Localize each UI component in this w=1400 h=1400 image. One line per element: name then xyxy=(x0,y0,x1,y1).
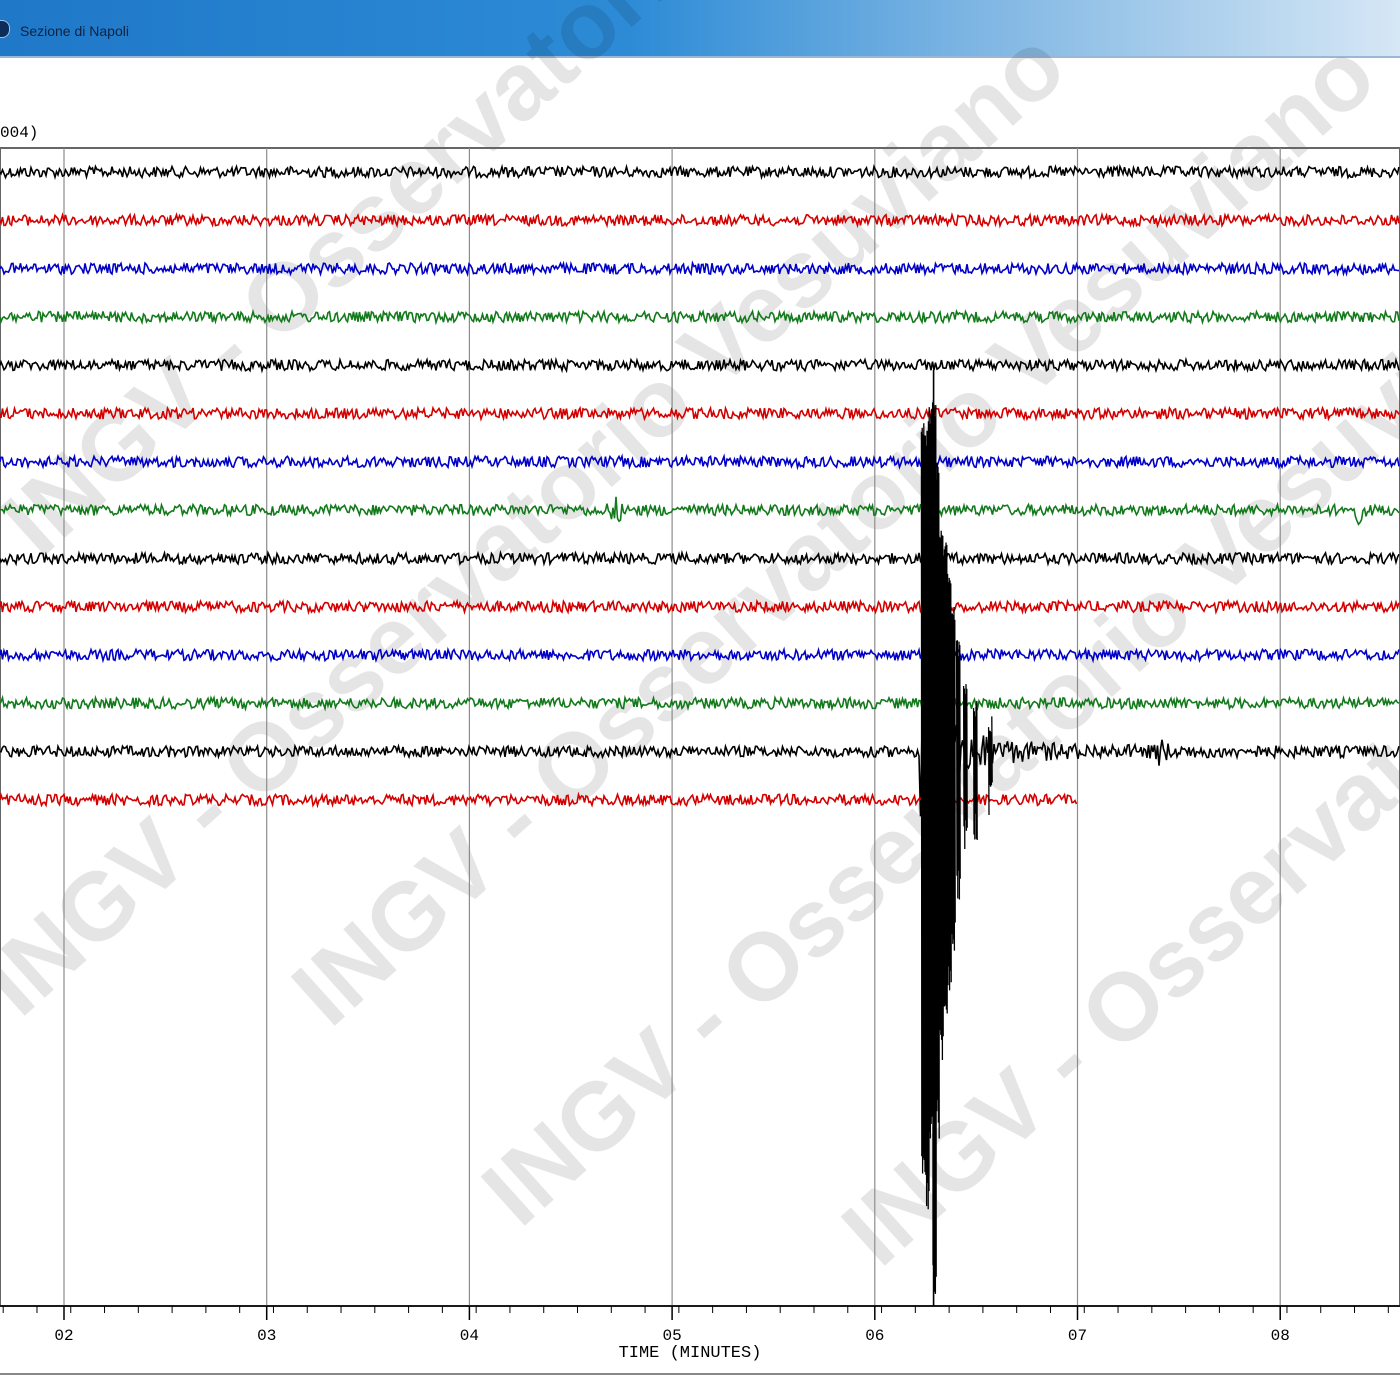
watermark-layer: INGV - Osservatorio VesuvianoINGV - Osse… xyxy=(0,0,1400,1286)
x-tick-label-07: 07 xyxy=(1068,1327,1087,1345)
x-tick-label-08: 08 xyxy=(1271,1327,1290,1345)
x-tick-label-03: 03 xyxy=(257,1327,276,1345)
bottom-border xyxy=(0,1373,1400,1375)
seismogram-chart: INGV - Osservatorio VesuvianoINGV - Osse… xyxy=(0,0,1400,1375)
x-tick-label-02: 02 xyxy=(54,1327,73,1345)
x-axis: 02 03 04 05 06 07 08 xyxy=(0,1305,1400,1345)
x-tick-label-06: 06 xyxy=(865,1327,884,1345)
x-axis-title: TIME (MINUTES) xyxy=(619,1344,762,1363)
trace-7 xyxy=(0,453,1400,471)
x-tick-label-05: 05 xyxy=(662,1327,681,1345)
x-tick-label-04: 04 xyxy=(460,1327,479,1345)
